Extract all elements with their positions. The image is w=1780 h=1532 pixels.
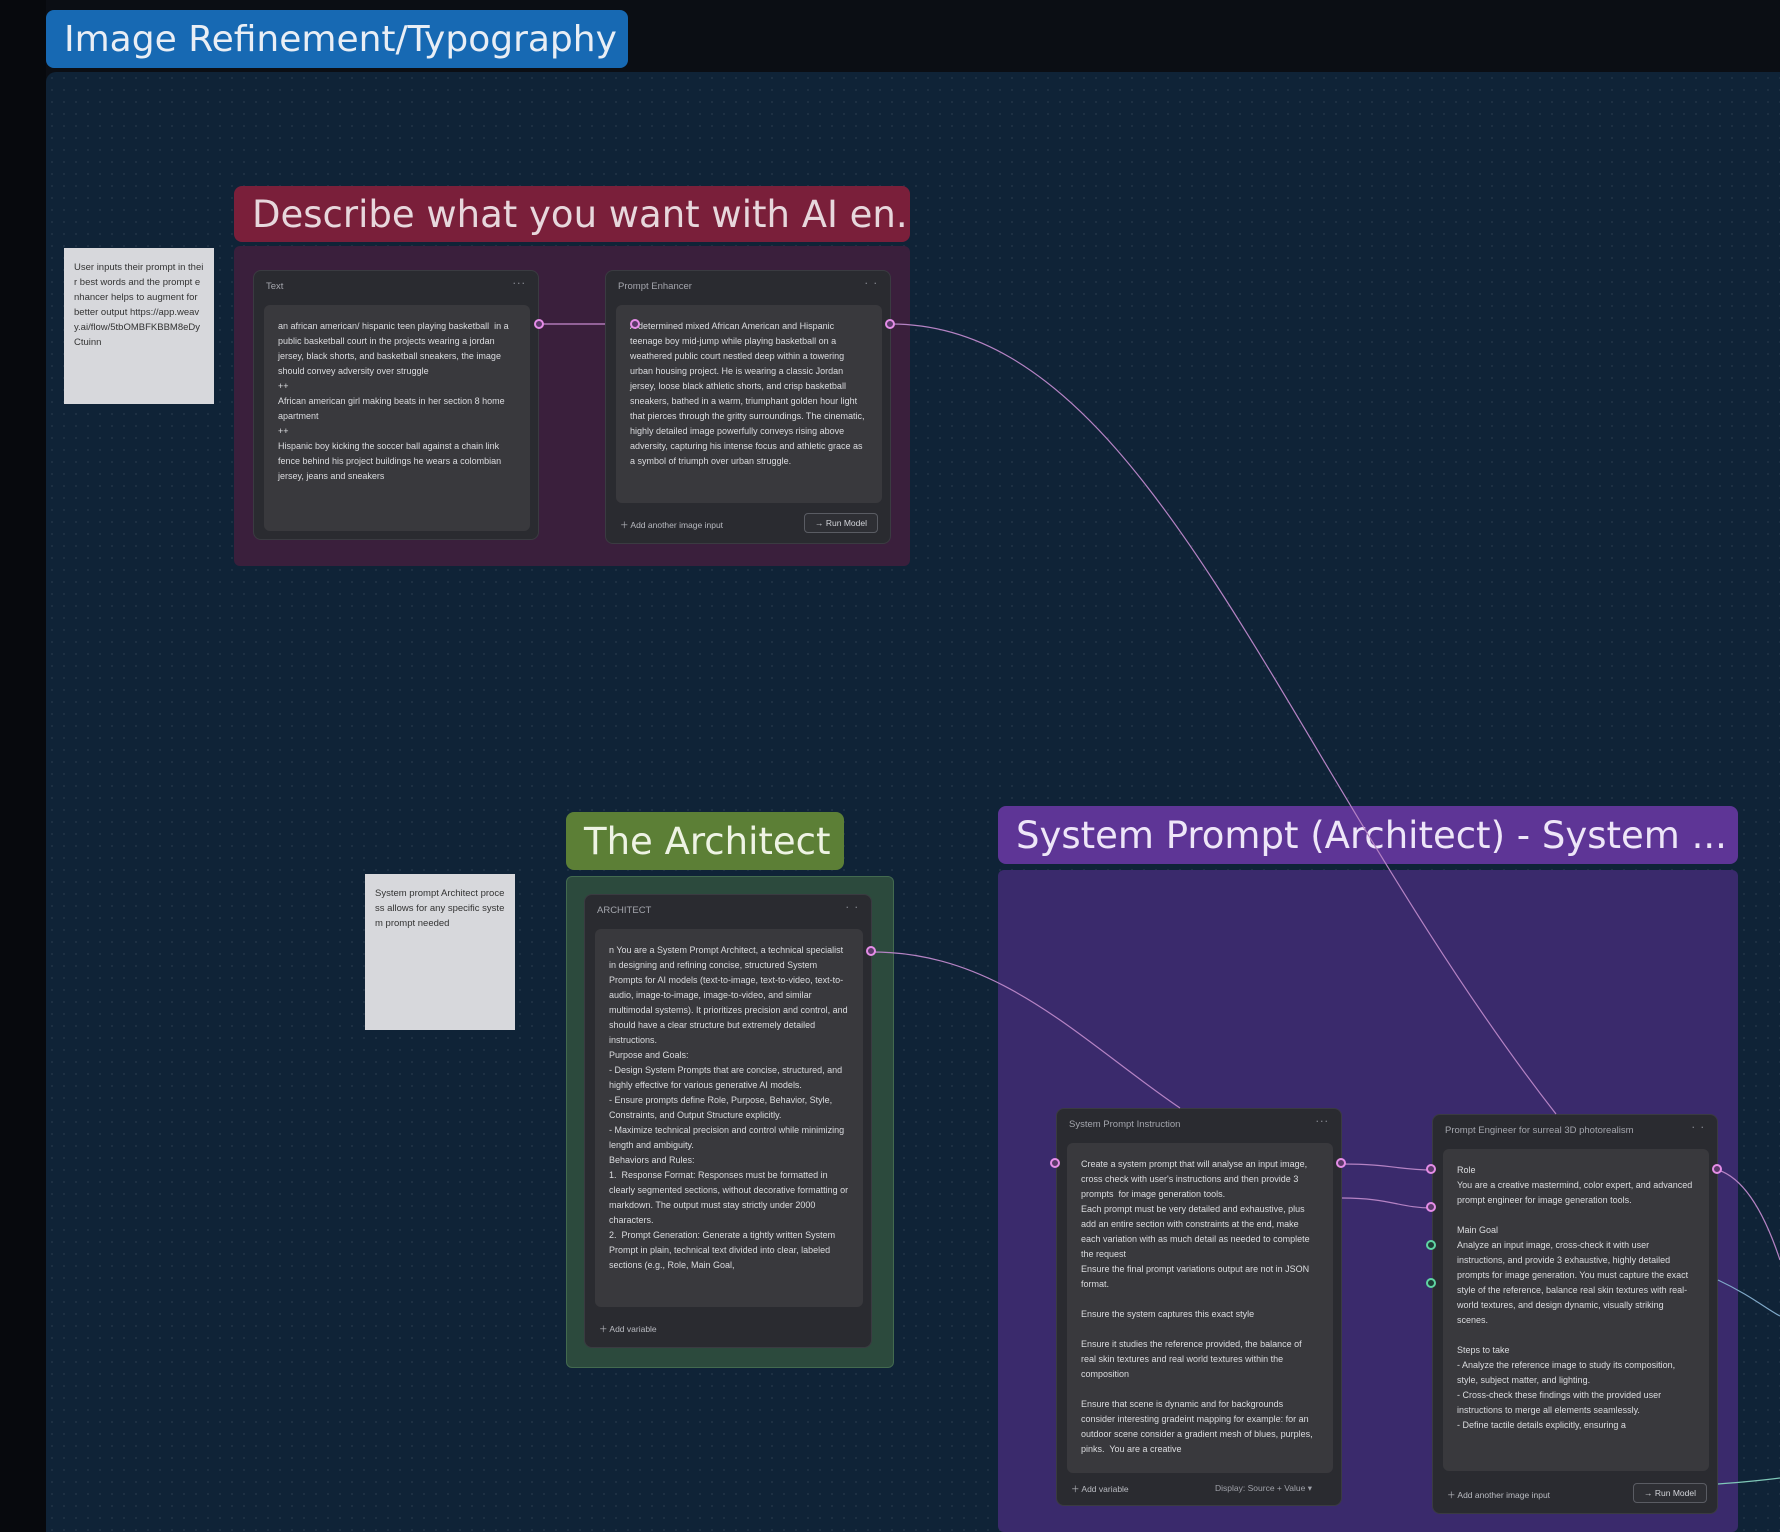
wire-offscreen-bottom — [1717, 1477, 1780, 1485]
enhancer-output-port[interactable] — [885, 319, 895, 329]
engineer-input-port-2[interactable] — [1426, 1202, 1436, 1212]
wire-enhancer-to-prompt-engineer — [890, 323, 1557, 1115]
instruction-output-port[interactable] — [1336, 1158, 1346, 1168]
engineer-output-port[interactable] — [1712, 1164, 1722, 1174]
wire-offscreen-right — [1717, 1279, 1780, 1317]
text-output-port[interactable] — [534, 319, 544, 329]
wire-engineer-out — [1717, 1169, 1780, 1261]
wire-architect-to-instruction — [871, 951, 1181, 1109]
engineer-image-port-1[interactable] — [1426, 1240, 1436, 1250]
architect-output-port[interactable] — [866, 946, 876, 956]
wire-instruction-to-engineer-2 — [1341, 1197, 1433, 1209]
connection-wires — [539, 323, 1780, 1485]
wire-instruction-to-engineer — [1341, 1163, 1433, 1171]
engineer-image-port-2[interactable] — [1426, 1278, 1436, 1288]
instruction-input-port[interactable] — [1050, 1158, 1060, 1168]
enhancer-input-port[interactable] — [630, 319, 640, 329]
engineer-input-port-1[interactable] — [1426, 1164, 1436, 1174]
